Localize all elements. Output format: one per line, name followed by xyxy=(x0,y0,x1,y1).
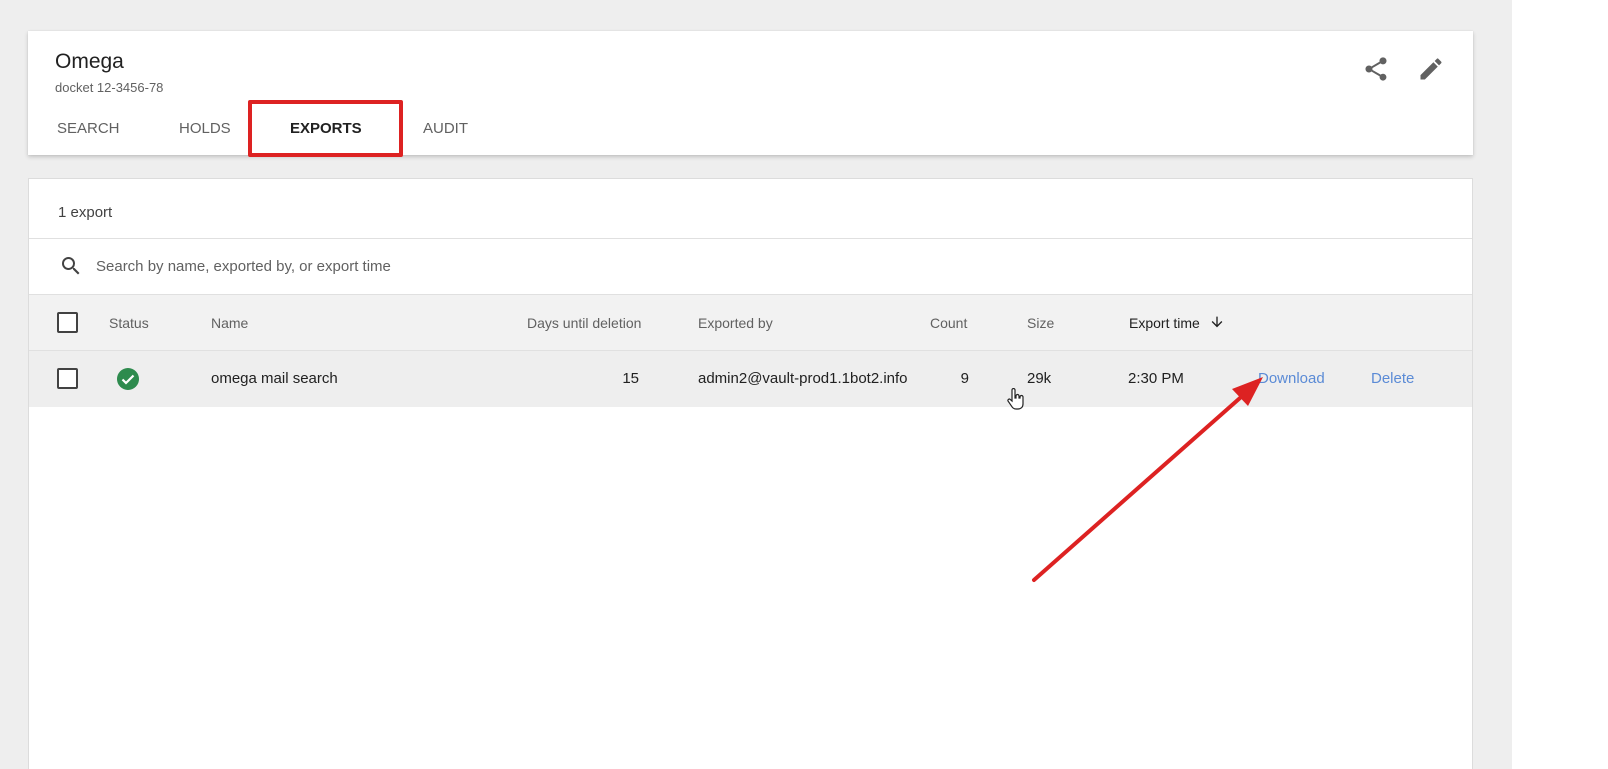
search-icon xyxy=(59,254,83,278)
matter-header: Omega docket 12-3456-78 SEARCH HOLDS EXP… xyxy=(28,31,1473,157)
tab-exports[interactable]: EXPORTS xyxy=(290,103,362,155)
search-bar xyxy=(29,239,1472,294)
arrow-down-icon[interactable] xyxy=(1209,314,1225,333)
tab-search[interactable]: SEARCH xyxy=(57,103,120,155)
col-status[interactable]: Status xyxy=(109,315,149,331)
col-name[interactable]: Name xyxy=(211,315,248,331)
tab-bar: SEARCH HOLDS EXPORTS AUDIT xyxy=(28,103,1473,155)
hand-cursor-icon xyxy=(1006,387,1026,412)
exported-by: admin2@vault-prod1.1bot2.info xyxy=(698,370,908,387)
search-input[interactable] xyxy=(96,253,796,279)
export-time: 2:30 PM xyxy=(1128,370,1184,387)
tab-audit[interactable]: AUDIT xyxy=(423,103,468,155)
delete-link[interactable]: Delete xyxy=(1371,370,1414,387)
share-icon[interactable] xyxy=(1362,55,1390,83)
export-count: 1 export xyxy=(58,204,113,221)
export-size: 29k xyxy=(1027,370,1052,387)
days-until-deletion: 15 xyxy=(622,370,639,387)
table-header: Status Name Days until deletion Exported… xyxy=(29,294,1472,351)
col-export-time[interactable]: Export time xyxy=(1129,315,1200,331)
check-circle-icon xyxy=(116,367,140,391)
export-count-value: 9 xyxy=(960,370,969,387)
col-count[interactable]: Count xyxy=(930,315,967,331)
exports-panel: 1 export Status Name Days until deletion… xyxy=(28,178,1473,769)
download-link[interactable]: Download xyxy=(1258,370,1325,387)
right-background xyxy=(1512,0,1608,769)
row-checkbox[interactable] xyxy=(57,368,78,389)
table-row[interactable]: omega mail search 15 admin2@vault-prod1.… xyxy=(29,351,1472,407)
matter-subtitle: docket 12-3456-78 xyxy=(55,80,164,95)
matter-title: Omega xyxy=(55,50,124,73)
col-exported-by[interactable]: Exported by xyxy=(698,315,773,331)
col-days-until-deletion[interactable]: Days until deletion xyxy=(527,315,641,331)
tab-holds[interactable]: HOLDS xyxy=(179,103,231,155)
select-all-checkbox[interactable] xyxy=(57,312,78,333)
edit-icon[interactable] xyxy=(1417,55,1445,83)
col-size[interactable]: Size xyxy=(1027,315,1054,331)
export-name: omega mail search xyxy=(211,370,338,387)
